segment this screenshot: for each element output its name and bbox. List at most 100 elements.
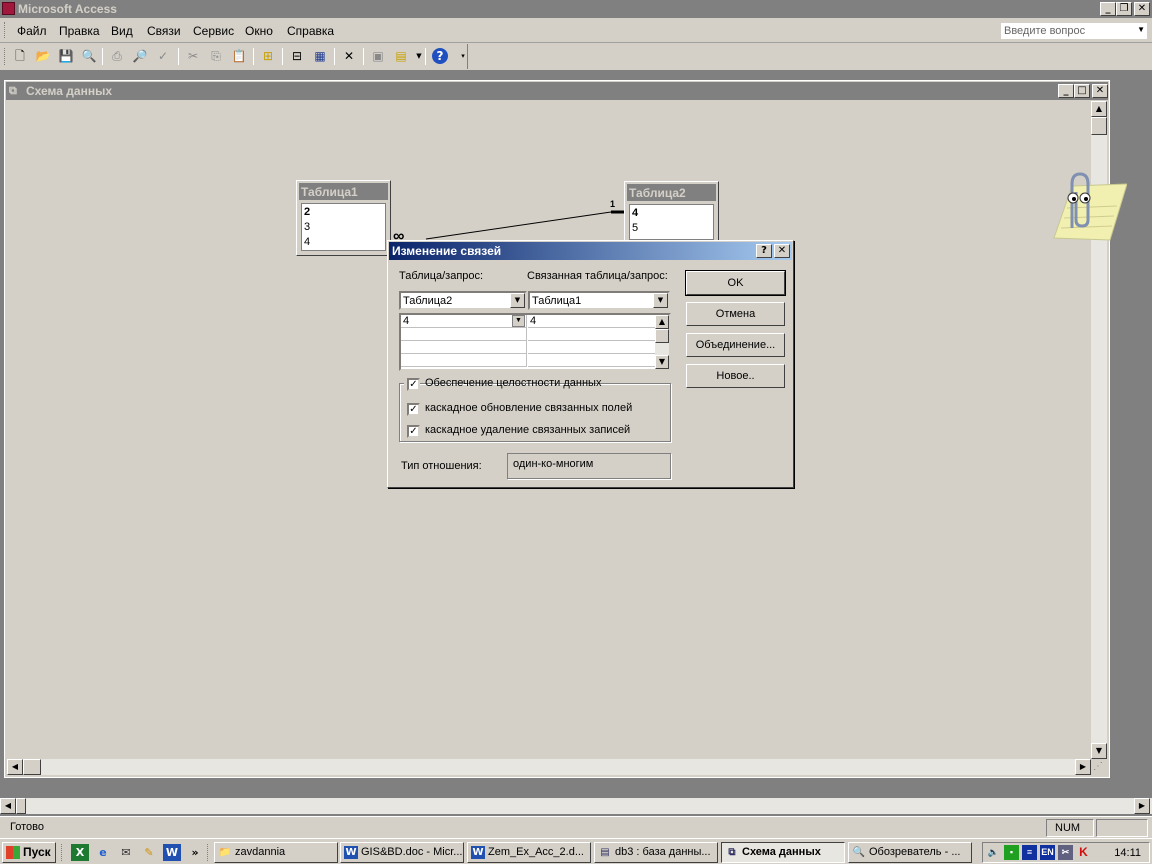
integrity-row[interactable]: ✓ Обеспечение целостности данных: [404, 377, 601, 391]
new-icon[interactable]: 🗋: [11, 48, 29, 65]
grid-cell-right[interactable]: [528, 354, 655, 367]
taskbar-grip[interactable]: [207, 844, 210, 861]
grid-cell-right[interactable]: [528, 341, 655, 354]
grid-scroll-up-icon[interactable]: ▲: [655, 315, 669, 329]
menu-view[interactable]: Вид: [111, 24, 133, 38]
cut-icon[interactable]: ✂: [184, 48, 202, 65]
ok-button[interactable]: OK: [685, 270, 786, 296]
copy-icon[interactable]: ⎘: [207, 48, 225, 65]
grid-scrollbar[interactable]: ▲ ▼: [655, 315, 669, 369]
paste-icon[interactable]: 📋: [230, 48, 248, 65]
table1-title[interactable]: Таблица1: [299, 183, 388, 200]
office-assistant[interactable]: [1032, 168, 1128, 248]
task-relationships[interactable]: ⧉ Схема данных: [721, 842, 845, 863]
table2-title[interactable]: Таблица2: [627, 184, 716, 201]
help-question-input[interactable]: Введите вопрос ▼: [1000, 22, 1148, 40]
grid-cell-left[interactable]: 4 ▼: [401, 315, 527, 328]
scroll-up-icon[interactable]: ▲: [1091, 101, 1107, 117]
scroll-right-icon[interactable]: ▶: [1075, 759, 1091, 775]
language-indicator[interactable]: EN: [1040, 845, 1055, 860]
antivirus-icon[interactable]: K: [1076, 845, 1091, 860]
scroll-down-icon[interactable]: ▼: [1091, 743, 1107, 759]
table1-box[interactable]: Таблица1 2 3 4: [296, 180, 391, 256]
show-direct-icon[interactable]: ⊟: [288, 48, 306, 65]
relationships-window-titlebar[interactable]: ⧉ Схема данных _ □ ✕: [6, 82, 1108, 100]
dialog-close-button[interactable]: ✕: [774, 244, 790, 258]
spelling-icon[interactable]: ✓: [154, 48, 172, 65]
grid-scroll-thumb[interactable]: [655, 329, 669, 343]
toolbar-options-icon[interactable]: ▾: [454, 48, 472, 65]
dialog-help-button[interactable]: ?: [756, 244, 772, 258]
show-table-icon[interactable]: ⊞: [259, 48, 277, 65]
restore-button[interactable]: ❐: [1116, 2, 1132, 16]
cascade-update-row[interactable]: ✓ каскадное обновление связанных полей: [407, 402, 667, 416]
fields-grid[interactable]: 4 ▼ 4 ▲ ▼: [399, 313, 671, 371]
integrity-label[interactable]: Обеспечение целостности данных: [425, 377, 601, 389]
cascade-update-label[interactable]: каскадное обновление связанных полей: [425, 402, 632, 414]
table1-field[interactable]: 3: [304, 221, 310, 233]
chevron-down-icon[interactable]: ▼: [1137, 25, 1145, 34]
tray-tool-icon[interactable]: ✂: [1058, 845, 1073, 860]
help-icon[interactable]: ?: [432, 48, 448, 64]
grid-cell-right[interactable]: 4: [528, 315, 655, 328]
table1-field[interactable]: 2: [304, 206, 310, 218]
child-minimize-button[interactable]: _: [1058, 84, 1074, 98]
table2-field[interactable]: 4: [632, 207, 638, 219]
dialog-titlebar[interactable]: Изменение связей ? ✕: [389, 242, 792, 260]
taskbar-grip[interactable]: [61, 844, 64, 861]
table1-field[interactable]: 4: [304, 236, 310, 248]
grid-scroll-down-icon[interactable]: ▼: [655, 355, 669, 369]
main-scroll-left-icon[interactable]: ◀: [0, 798, 16, 814]
quick-launch-icon[interactable]: ✎: [140, 844, 158, 861]
quick-launch-more-icon[interactable]: »: [186, 844, 204, 861]
cancel-button[interactable]: Отмена: [686, 302, 785, 326]
start-button[interactable]: Пуск: [2, 842, 56, 863]
flag-icon[interactable]: ≡: [1022, 845, 1037, 860]
integrity-checkbox[interactable]: ✓: [407, 378, 420, 391]
grid-cell-left[interactable]: [401, 328, 527, 341]
task-explorer[interactable]: 🔍 Обозреватель - ...: [848, 842, 972, 863]
close-button[interactable]: ✕: [1134, 2, 1150, 16]
chevron-down-icon[interactable]: ▼: [512, 315, 525, 327]
size-grip-icon[interactable]: ⋰: [1093, 761, 1103, 772]
grid-cell-right[interactable]: [528, 328, 655, 341]
minimize-button[interactable]: _: [1100, 2, 1116, 16]
menu-edit[interactable]: Правка: [59, 24, 100, 38]
excel-icon[interactable]: X: [71, 844, 89, 861]
task-db3[interactable]: ▤ db3 : база данны...: [594, 842, 718, 863]
main-scroll-right-icon[interactable]: ▶: [1134, 798, 1150, 814]
menu-tools[interactable]: Сервис: [193, 24, 234, 38]
database-window-icon[interactable]: ▣: [369, 48, 387, 65]
cascade-update-checkbox[interactable]: ✓: [407, 403, 420, 416]
cascade-delete-label[interactable]: каскадное удаление связанных записей: [425, 424, 630, 436]
show-all-relationships-icon[interactable]: ▦: [311, 48, 329, 65]
table2-field[interactable]: 5: [632, 222, 638, 234]
task-zavdannia[interactable]: 📁 zavdannia: [214, 842, 338, 863]
cascade-delete-row[interactable]: ✓ каскадное удаление связанных записей: [407, 424, 667, 438]
table2-field-list[interactable]: 4 5: [629, 204, 714, 240]
chevron-down-icon[interactable]: ▼: [653, 293, 668, 308]
clock[interactable]: 14:11: [1114, 847, 1141, 859]
menu-window[interactable]: Окно: [245, 24, 273, 38]
scroll-left-icon[interactable]: ◀: [7, 759, 23, 775]
internet-explorer-icon[interactable]: e: [94, 844, 112, 861]
main-horizontal-scrollbar[interactable]: ◀ ▶: [0, 798, 1152, 814]
create-new-button[interactable]: Новое..: [686, 364, 785, 388]
menu-help[interactable]: Справка: [287, 24, 334, 38]
toolbar-grip[interactable]: [4, 48, 7, 65]
grid-cell-left[interactable]: [401, 354, 527, 367]
menu-file[interactable]: Файл: [17, 24, 47, 38]
task-gis-doc[interactable]: W GIS&BD.doc - Micr...: [340, 842, 464, 863]
child-close-button[interactable]: ✕: [1092, 84, 1108, 98]
table2-box[interactable]: Таблица2 4 5: [624, 181, 719, 241]
app-titlebar[interactable]: Microsoft Access _ ❐ ✕: [0, 0, 1152, 18]
related-table-query-combo[interactable]: Таблица1 ▼: [528, 291, 670, 310]
horizontal-scrollbar[interactable]: ◀ ▶: [7, 759, 1091, 775]
new-object-icon[interactable]: ▤: [392, 48, 410, 65]
chevron-down-icon[interactable]: ▼: [510, 293, 525, 308]
cascade-delete-checkbox[interactable]: ✓: [407, 425, 420, 438]
grid-cell-left[interactable]: [401, 341, 527, 354]
save-icon[interactable]: 💾: [57, 48, 75, 65]
word-icon[interactable]: W: [163, 844, 181, 861]
print-preview-doc-icon[interactable]: 🔍: [80, 48, 98, 65]
